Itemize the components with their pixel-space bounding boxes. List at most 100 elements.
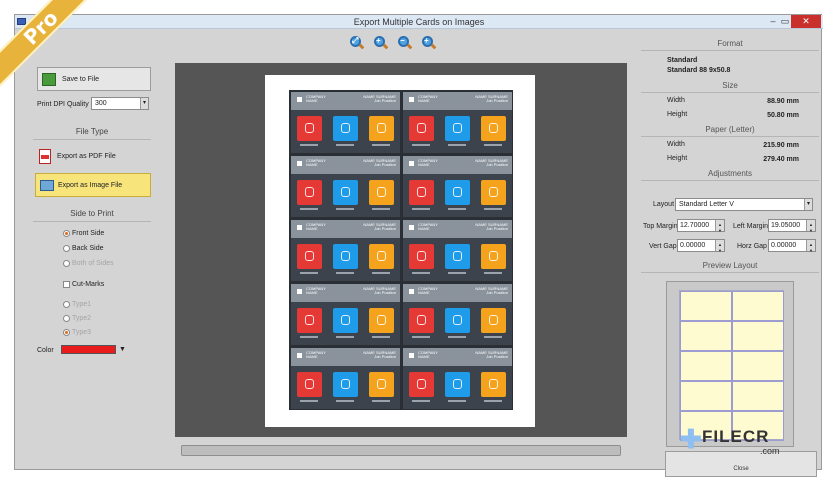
color-swatch[interactable]: [61, 345, 116, 354]
export-image-button[interactable]: Export as Image File: [35, 173, 151, 197]
card-footer-line: [484, 208, 502, 210]
card-name: NAME SURNAME Job Position: [475, 287, 508, 295]
dpi-label: Print DPI Quality: [37, 101, 89, 108]
card-phone-tile: [333, 244, 358, 269]
size-heading: Size: [641, 81, 819, 93]
type1-label: Type1: [72, 301, 92, 308]
business-card: COMPANY NAME NAME SURNAME Job Position: [403, 92, 512, 153]
card-sheet: COMPANY NAME NAME SURNAME Job Position COMPA…: [289, 90, 513, 410]
watermark-brand: FILECR: [702, 427, 770, 446]
spin-arrows-icon[interactable]: [715, 239, 724, 256]
card-web-tile: [481, 372, 506, 397]
card-web-tile: [481, 116, 506, 141]
paper-width-label: Width: [667, 141, 685, 148]
card-company: COMPANY NAME: [306, 95, 326, 103]
card-company-sub: NAME: [418, 290, 430, 295]
card-title-text: Job Position: [374, 290, 396, 295]
card-location-tile: [297, 308, 322, 333]
card-footer-line: [336, 208, 354, 210]
format-heading: Format: [641, 39, 819, 51]
card-footer-line: [300, 208, 318, 210]
radio-indicator: [63, 245, 70, 252]
preview-layout-cell: [680, 291, 732, 321]
card-title-text: Job Position: [486, 98, 508, 103]
card-name: NAME SURNAME Job Position: [363, 159, 396, 167]
export-pdf-button[interactable]: Export as PDF File: [35, 145, 151, 169]
both-sides-label: Both of Sides: [72, 260, 114, 267]
zoom-reset-icon[interactable]: +: [421, 35, 437, 51]
card-footer-line: [448, 144, 466, 146]
card-logo-icon: [297, 97, 302, 102]
left-panel: Save to File Print DPI Quality 300 ▾ Fil…: [15, 29, 160, 469]
minimize-button[interactable]: –: [767, 15, 779, 28]
card-logo-icon: [409, 161, 414, 166]
side-to-print-heading: Side to Print: [33, 209, 151, 222]
card-footer-line: [412, 208, 430, 210]
business-card: COMPANY NAME NAME SURNAME Job Position: [403, 220, 512, 281]
preview-layout-cell: [732, 291, 784, 321]
card-name: NAME SURNAME Job Position: [363, 223, 396, 231]
spin-arrows-icon[interactable]: [806, 239, 815, 256]
image-icon: [40, 180, 54, 191]
paper-heading: Paper (Letter): [641, 125, 819, 137]
radio-indicator: [63, 301, 70, 308]
card-footer-line: [372, 336, 390, 338]
export-pdf-label: Export as PDF File: [57, 153, 116, 160]
card-company: COMPANY NAME: [306, 287, 326, 295]
window-title: Export Multiple Cards on Images: [353, 17, 485, 27]
card-footer-line: [484, 144, 502, 146]
card-name: NAME SURNAME Job Position: [363, 95, 396, 103]
card-phone-tile: [333, 180, 358, 205]
chevron-down-icon[interactable]: ▼: [119, 346, 126, 353]
card-company-sub: NAME: [306, 290, 318, 295]
zoom-out-icon[interactable]: −: [397, 35, 413, 51]
color-label: Color: [37, 347, 54, 354]
top-margin-stepper[interactable]: 12.70000: [677, 219, 725, 236]
format-name: Standard: [667, 57, 698, 64]
type3-label: Type3: [72, 329, 92, 336]
card-name: NAME SURNAME Job Position: [363, 351, 396, 359]
chevron-down-icon[interactable]: ▾: [140, 98, 148, 109]
close-window-button[interactable]: ✕: [791, 15, 821, 28]
card-web-tile: [481, 308, 506, 333]
card-title-text: Job Position: [486, 354, 508, 359]
type2-label: Type2: [72, 315, 92, 322]
zoom-in-icon[interactable]: +: [373, 35, 389, 51]
radio-indicator: [63, 329, 70, 336]
card-phone-tile: [445, 372, 470, 397]
layout-select[interactable]: Standard Letter V ▾: [675, 198, 813, 211]
checkbox-indicator: [63, 281, 70, 288]
chevron-down-icon[interactable]: ▾: [804, 199, 812, 210]
dpi-select[interactable]: 300 ▾: [91, 97, 149, 110]
card-footer-line: [300, 272, 318, 274]
paper-page: COMPANY NAME NAME SURNAME Job Position COMPA…: [265, 75, 535, 427]
business-card: COMPANY NAME NAME SURNAME Job Position: [291, 348, 400, 409]
preview-canvas[interactable]: COMPANY NAME NAME SURNAME Job Position COMPA…: [175, 63, 627, 437]
vert-gap-label: Vert Gap: [649, 243, 677, 250]
preview-layout-box: [666, 281, 794, 447]
card-company: COMPANY NAME: [306, 159, 326, 167]
business-card: COMPANY NAME NAME SURNAME Job Position: [291, 220, 400, 281]
card-logo-icon: [297, 289, 302, 294]
business-card: COMPANY NAME NAME SURNAME Job Position: [291, 284, 400, 345]
save-to-file-button[interactable]: Save to File: [37, 67, 151, 91]
close-button[interactable]: Close: [665, 451, 817, 477]
zoom-fit-icon[interactable]: ⤢: [349, 35, 365, 51]
horz-gap-stepper[interactable]: 0.00000: [768, 239, 816, 256]
spin-arrows-icon[interactable]: [715, 219, 724, 236]
card-phone-tile: [333, 116, 358, 141]
card-footer-line: [448, 208, 466, 210]
left-margin-stepper[interactable]: 19.05000: [768, 219, 816, 236]
card-footer-line: [300, 144, 318, 146]
card-logo-icon: [409, 225, 414, 230]
zoom-toolbar: ⤢ + − +: [347, 35, 437, 53]
card-location-tile: [409, 372, 434, 397]
card-width-value: 88.90 mm: [767, 98, 799, 105]
spin-arrows-icon[interactable]: [806, 219, 815, 236]
card-phone-tile: [445, 180, 470, 205]
preview-layout-cell: [732, 381, 784, 411]
maximize-button[interactable]: ▭: [779, 15, 791, 28]
card-logo-icon: [297, 353, 302, 358]
vert-gap-stepper[interactable]: 0.00000: [677, 239, 725, 256]
card-footer-line: [412, 336, 430, 338]
